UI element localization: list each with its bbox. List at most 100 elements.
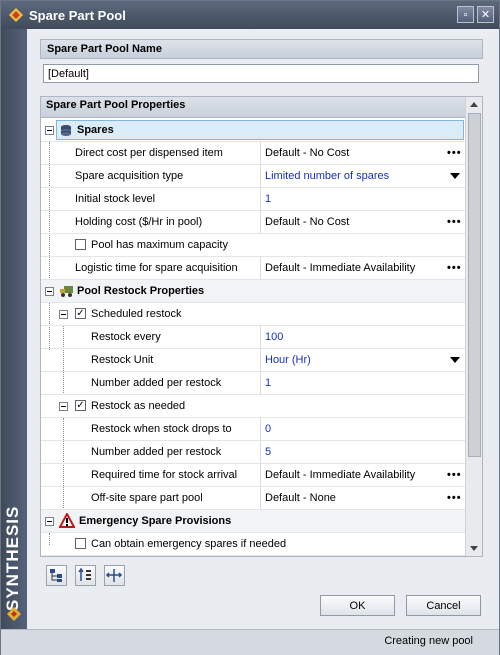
pool-name-input[interactable]: [43, 64, 479, 83]
pool-name-header: Spare Part Pool Name: [40, 39, 483, 59]
property-value: Hour (Hr): [265, 354, 311, 366]
column-divider: [260, 349, 261, 372]
property-label: Holding cost ($/Hr in pool): [75, 216, 203, 228]
column-divider: [260, 418, 261, 441]
property-value: Limited number of spares: [265, 170, 390, 182]
restock-category-row[interactable]: Pool Restock Properties: [41, 280, 465, 303]
column-divider: [260, 326, 261, 349]
restock-every-row[interactable]: Restock every 100: [41, 326, 465, 349]
collapse-as-needed-icon[interactable]: [59, 402, 68, 411]
spares-category-row[interactable]: Spares: [41, 119, 465, 142]
minimize-button[interactable]: ▫: [457, 6, 474, 23]
cancel-button[interactable]: Cancel: [406, 595, 481, 616]
column-divider: [260, 142, 261, 165]
property-label: Required time for stock arrival: [91, 469, 238, 481]
property-label: Number added per restock: [91, 446, 222, 458]
scroll-down-icon[interactable]: [470, 546, 478, 551]
more-options-icon[interactable]: •••: [447, 216, 462, 228]
scheduled-number-added-row[interactable]: Number added per restock 1: [41, 372, 465, 395]
property-value: Default - None: [265, 492, 336, 504]
property-label: Restock every: [91, 331, 161, 343]
property-value[interactable]: 1: [265, 193, 271, 205]
warning-icon: [59, 513, 75, 528]
spares-row-initial-stock[interactable]: Initial stock level 1: [41, 188, 465, 211]
offsite-pool-row[interactable]: Off-site spare part pool Default - None …: [41, 487, 465, 510]
spare-part-pool-window: Spare Part Pool ▫ ✕ SYNTHESIS Spare Part…: [0, 0, 500, 655]
expand-all-icon: [50, 569, 62, 582]
scheduled-restock-checkbox[interactable]: ✓: [75, 308, 86, 319]
restock-as-needed-checkbox[interactable]: ✓: [75, 400, 86, 411]
collapse-spares-icon[interactable]: [45, 126, 54, 135]
properties-header: Spare Part Pool Properties: [41, 97, 466, 118]
spares-row-acquisition-type[interactable]: Spare acquisition type Limited number of…: [41, 165, 465, 188]
restock-truck-icon: [60, 286, 73, 297]
more-options-icon[interactable]: •••: [447, 469, 462, 481]
property-label: Number added per restock: [91, 377, 222, 389]
property-value[interactable]: 0: [265, 423, 271, 435]
emergency-spares-label: Can obtain emergency spares if needed: [91, 538, 287, 550]
column-resize-button[interactable]: [104, 565, 125, 586]
status-text: Creating new pool: [384, 635, 473, 647]
column-resize-icon: [105, 569, 123, 582]
window-title: Spare Part Pool: [29, 7, 126, 23]
restock-label: Pool Restock Properties: [77, 285, 205, 297]
restock-as-needed-label: Restock as needed: [91, 400, 186, 412]
emergency-label: Emergency Spare Provisions: [79, 515, 232, 527]
more-options-icon[interactable]: •••: [447, 492, 462, 504]
emergency-spares-checkbox[interactable]: [75, 538, 86, 549]
more-options-icon[interactable]: •••: [447, 262, 462, 274]
property-label: Restock Unit: [91, 354, 154, 366]
expand-all-button[interactable]: [46, 565, 67, 586]
app-icon: [9, 8, 23, 22]
spares-selection: [56, 120, 464, 140]
dropdown-arrow-icon[interactable]: [450, 173, 460, 179]
status-bar: Creating new pool: [1, 629, 499, 655]
dropdown-arrow-icon[interactable]: [450, 357, 460, 363]
as-needed-number-added-row[interactable]: Number added per restock 5: [41, 441, 465, 464]
property-value[interactable]: 1: [265, 377, 271, 389]
scroll-up-icon[interactable]: [470, 102, 478, 107]
column-divider: [260, 211, 261, 234]
sort-button[interactable]: [75, 565, 96, 586]
property-label: Spare acquisition type: [75, 170, 184, 182]
restock-threshold-row[interactable]: Restock when stock drops to 0: [41, 418, 465, 441]
close-button[interactable]: ✕: [477, 6, 494, 23]
spares-row-max-capacity[interactable]: Pool has maximum capacity: [41, 234, 465, 257]
max-capacity-checkbox[interactable]: [75, 239, 86, 250]
spares-label: Spares: [77, 124, 114, 136]
sort-icon: [78, 567, 91, 581]
property-label: Logistic time for spare acquisition: [75, 262, 238, 274]
spares-row-logistic-time[interactable]: Logistic time for spare acquisition Defa…: [41, 257, 465, 280]
dialog-content: Spare Part Pool Name Spare Part Pool Pro…: [27, 29, 499, 629]
brand-logo-icon: [7, 607, 21, 621]
ok-button[interactable]: OK: [320, 595, 395, 616]
restock-unit-row[interactable]: Restock Unit Hour (Hr): [41, 349, 465, 372]
property-value[interactable]: 5: [265, 446, 271, 458]
property-label: Off-site spare part pool: [91, 492, 203, 504]
collapse-scheduled-icon[interactable]: [59, 310, 68, 319]
vertical-scrollbar[interactable]: [465, 97, 482, 556]
property-label: Direct cost per dispensed item: [75, 147, 223, 159]
property-value[interactable]: 100: [265, 331, 283, 343]
collapse-emergency-icon[interactable]: [45, 517, 54, 526]
column-divider: [260, 441, 261, 464]
brand-sidebar: SYNTHESIS: [1, 29, 27, 629]
more-options-icon[interactable]: •••: [447, 147, 462, 159]
titlebar: Spare Part Pool ▫ ✕: [1, 1, 499, 29]
column-divider: [260, 188, 261, 211]
property-label: Restock when stock drops to: [91, 423, 232, 435]
stock-arrival-time-row[interactable]: Required time for stock arrival Default …: [41, 464, 465, 487]
column-divider: [260, 464, 261, 487]
minimize-icon: ▫: [463, 8, 468, 21]
close-icon: ✕: [480, 9, 491, 21]
scroll-thumb[interactable]: [468, 113, 481, 457]
spares-row-holding-cost[interactable]: Holding cost ($/Hr in pool) Default - No…: [41, 211, 465, 234]
scheduled-restock-label: Scheduled restock: [91, 308, 182, 320]
column-divider: [260, 257, 261, 280]
restock-as-needed-row[interactable]: ✓ Restock as needed: [41, 395, 465, 418]
spares-row-direct-cost[interactable]: Direct cost per dispensed item Default -…: [41, 142, 465, 165]
emergency-category-row[interactable]: Emergency Spare Provisions: [41, 510, 465, 533]
collapse-restock-icon[interactable]: [45, 287, 54, 296]
scheduled-restock-row[interactable]: ✓ Scheduled restock: [41, 303, 465, 326]
emergency-spares-row[interactable]: Can obtain emergency spares if needed: [41, 533, 465, 556]
